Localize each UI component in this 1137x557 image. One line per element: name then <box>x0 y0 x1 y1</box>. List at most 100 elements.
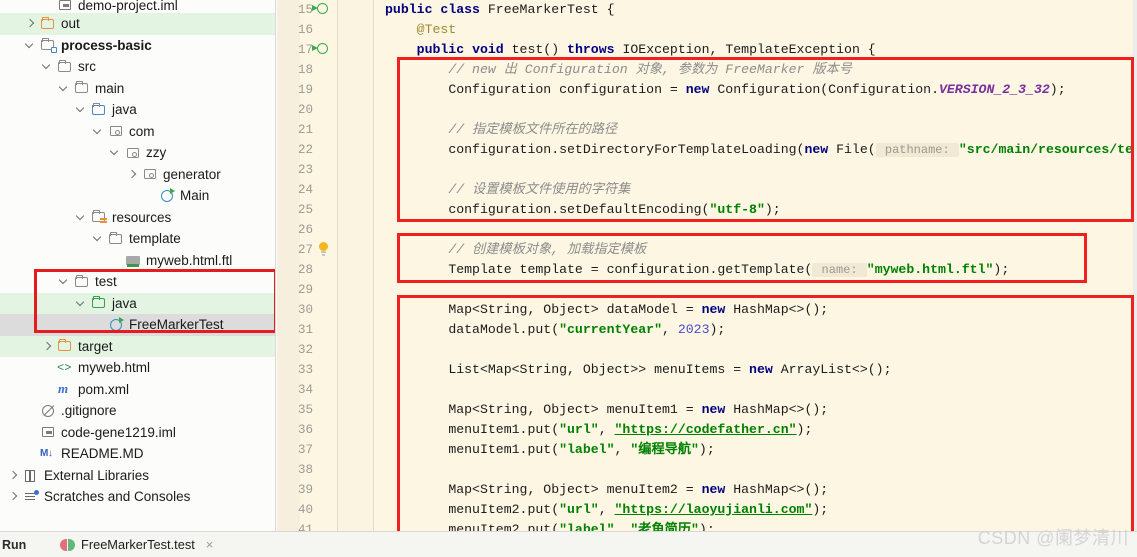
tree-item-test[interactable]: test <box>0 271 275 293</box>
code-line[interactable]: 22 configuration.setDirectoryForTemplate… <box>277 140 1137 160</box>
run-configuration-tab[interactable]: FreeMarkerTest.test × <box>60 537 213 552</box>
code-line[interactable]: 21 // 指定模板文件所在的路径 <box>277 120 1137 140</box>
tree-item-main[interactable]: Main <box>0 185 275 207</box>
gutter-icon-slot[interactable] <box>312 2 333 18</box>
code-line[interactable]: 28 Template template = configuration.get… <box>277 260 1137 280</box>
code-line[interactable]: 27 // 创建模板对象, 加载指定模板 <box>277 240 1137 260</box>
project-tool-window[interactable]: demo-project.iml out process-basic src main j… <box>0 0 276 531</box>
tree-item-freemarkertest[interactable]: FreeMarkerTest <box>0 314 275 336</box>
editor-right-edge <box>1133 0 1137 531</box>
tree-item-generator[interactable]: generator <box>0 164 275 186</box>
tree-item-com[interactable]: com <box>0 121 275 143</box>
tree-item-label: FreeMarkerTest <box>129 317 224 333</box>
chevron-down-icon[interactable] <box>74 211 87 224</box>
tree-item-pom-xml[interactable]: m pom.xml <box>0 379 275 401</box>
chevron-right-icon[interactable] <box>40 340 53 353</box>
code-line[interactable]: 20 <box>277 100 1137 120</box>
tree-item-resources[interactable]: resources <box>0 207 275 229</box>
code-line[interactable]: 32 <box>277 340 1137 360</box>
line-number: 40 <box>297 503 313 517</box>
tree-item-demo-project-iml[interactable]: demo-project.iml <box>0 0 275 13</box>
code-line[interactable]: 19 Configuration configuration = new Con… <box>277 80 1137 100</box>
code-line[interactable]: 34 <box>277 380 1137 400</box>
tree-item-template[interactable]: template <box>0 228 275 250</box>
line-number: 35 <box>297 403 313 417</box>
tree-item-scratches-and-consoles[interactable]: Scratches and Consoles <box>0 486 275 508</box>
chevron-right-icon[interactable] <box>6 490 19 503</box>
code-editor-pane[interactable]: 15 public class FreeMarkerTest {16 @Test 1… <box>277 0 1137 531</box>
code-line[interactable]: 24 // 设置模板文件使用的字符集 <box>277 180 1137 200</box>
chevron-right-icon[interactable] <box>125 168 138 181</box>
folder-orange-icon <box>57 338 73 354</box>
line-number: 17 <box>297 43 313 57</box>
tree-item-out[interactable]: out <box>0 13 275 35</box>
tree-item-readme-md[interactable]: M↓ README.MD <box>0 443 275 465</box>
code-line[interactable]: 25 configuration.setDefaultEncoding("utf… <box>277 200 1137 220</box>
tree-item-myweb-html-ftl[interactable]: myweb.html.ftl <box>0 250 275 272</box>
tree-item-label: main <box>95 80 125 96</box>
code-line[interactable]: 30 Map<String, Object> dataModel = new H… <box>277 300 1137 320</box>
chevron-down-icon[interactable] <box>74 297 87 310</box>
chevron-down-icon[interactable] <box>91 125 104 138</box>
code-line[interactable]: 39 Map<String, Object> menuItem2 = new H… <box>277 480 1137 500</box>
chevron-right-icon[interactable] <box>6 469 19 482</box>
tree-item-java[interactable]: java <box>0 292 275 314</box>
line-number: 20 <box>297 103 313 117</box>
folder-gray-icon <box>57 59 73 75</box>
code-line[interactable]: 18 // new 出 Configuration 对象, 参数为 FreeMa… <box>277 60 1137 80</box>
code-line[interactable]: 29 <box>277 280 1137 300</box>
tree-item-java[interactable]: java <box>0 99 275 121</box>
tree-item-code-gene1219-iml[interactable]: code-gene1219.iml <box>0 422 275 444</box>
code-text: menuItem1.put("label", "编程导航"); <box>448 442 715 457</box>
tree-item-main[interactable]: main <box>0 78 275 100</box>
code-line[interactable]: 16 @Test <box>277 20 1137 40</box>
chevron-right-icon[interactable] <box>23 17 36 30</box>
code-line[interactable]: 35 Map<String, Object> menuItem1 = new H… <box>277 400 1137 420</box>
tree-item-target[interactable]: target <box>0 335 275 357</box>
gitignore-icon <box>40 403 56 419</box>
run-tool-window-bar[interactable]: Run FreeMarkerTest.test × <box>0 531 1137 557</box>
code-line[interactable]: 23 <box>277 160 1137 180</box>
code-text: Template template = configuration.getTem… <box>448 262 1010 277</box>
code-text: // new 出 Configuration 对象, 参数为 FreeMarke… <box>448 62 852 77</box>
run-tab-label: FreeMarkerTest.test <box>81 537 195 552</box>
chevron-down-icon[interactable] <box>74 103 87 116</box>
chevron-down-icon[interactable] <box>40 60 53 73</box>
tree-item-label: myweb.html.ftl <box>146 252 233 268</box>
tree-item-label: Main <box>180 188 210 204</box>
gutter-icon-slot[interactable] <box>317 242 333 258</box>
tree-item-label: src <box>78 59 96 75</box>
code-line[interactable]: 26 <box>277 220 1137 240</box>
code-lines[interactable]: 15 public class FreeMarkerTest {16 @Test 1… <box>277 0 1137 531</box>
tree-item-myweb-html[interactable]: <> myweb.html <box>0 357 275 379</box>
code-text: public void test() throws IOException, T… <box>416 42 876 57</box>
code-line[interactable]: 33 List<Map<String, Object>> menuItems =… <box>277 360 1137 380</box>
code-line[interactable]: 31 dataModel.put("currentYear", 2023); <box>277 320 1137 340</box>
tree-item-zzy[interactable]: zzy <box>0 142 275 164</box>
close-icon[interactable]: × <box>206 537 214 552</box>
code-line[interactable]: 40 menuItem2.put("url", "https://laoyuji… <box>277 500 1137 520</box>
chevron-down-icon[interactable] <box>108 146 121 159</box>
chevron-down-icon[interactable] <box>91 232 104 245</box>
code-line[interactable]: 38 <box>277 460 1137 480</box>
tree-item-src[interactable]: src <box>0 56 275 78</box>
code-text: menuItem1.put("url", "https://codefather… <box>448 422 813 437</box>
chevron-down-icon[interactable] <box>57 82 70 95</box>
gutter-icon-slot[interactable] <box>312 42 333 58</box>
tree-item-process-basic[interactable]: process-basic <box>0 35 275 57</box>
code-line[interactable]: 17 public void test() throws IOException… <box>277 40 1137 60</box>
project-tree[interactable]: demo-project.iml out process-basic src main j… <box>0 0 275 508</box>
line-number: 41 <box>297 523 313 531</box>
code-line[interactable]: 36 menuItem1.put("url", "https://codefat… <box>277 420 1137 440</box>
tree-item-external-libraries[interactable]: External Libraries <box>0 465 275 487</box>
tree-item--gitignore[interactable]: .gitignore <box>0 400 275 422</box>
scratches-icon <box>23 489 39 505</box>
code-line[interactable]: 37 menuItem1.put("label", "编程导航"); <box>277 440 1137 460</box>
chevron-down-icon[interactable] <box>23 39 36 52</box>
chevron-down-icon[interactable] <box>57 275 70 288</box>
code-line[interactable]: 15 public class FreeMarkerTest { <box>277 0 1137 20</box>
